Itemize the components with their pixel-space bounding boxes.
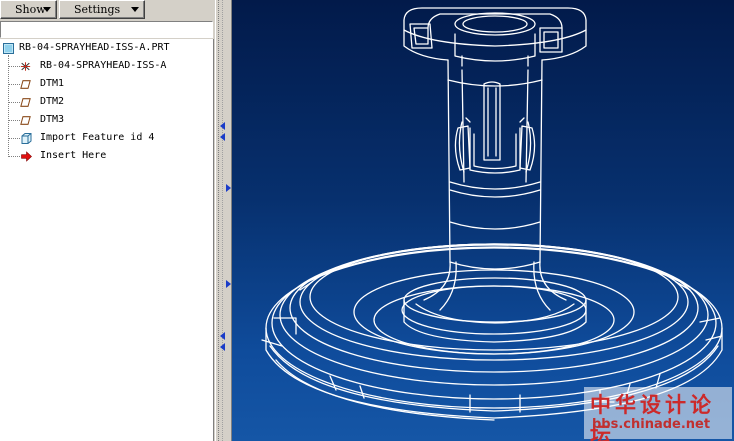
tree-item-label: Insert Here xyxy=(40,150,107,161)
tree-root-label: RB-04-SPRAYHEAD-ISS-A.PRT xyxy=(19,42,170,53)
settings-menu-label: Settings xyxy=(74,3,121,16)
tree-connector xyxy=(8,156,20,157)
3d-graphics-window[interactable]: 中华设计论坛 bbs.chinade.net xyxy=(232,0,734,441)
tree-item-dtm1[interactable]: DTM1 xyxy=(20,76,210,92)
collapse-left-arrow-icon[interactable] xyxy=(220,122,225,130)
tree-connector xyxy=(8,102,20,103)
tree-item-label: DTM1 xyxy=(40,78,65,89)
tree-item-import-feature[interactable]: Import Feature id 4 xyxy=(20,130,210,146)
tree-item-insert-here[interactable]: Insert Here xyxy=(20,148,210,164)
panel-splitter[interactable] xyxy=(215,0,232,441)
collapse-left-arrow-icon[interactable] xyxy=(220,133,225,141)
watermark-logo: 中华设计论坛 bbs.chinade.net xyxy=(584,387,732,441)
tree-connector xyxy=(8,55,9,157)
tree-item-label: Import Feature id 4 xyxy=(40,132,155,143)
datum-plane-icon xyxy=(20,98,31,107)
tree-filter-field[interactable] xyxy=(0,21,213,38)
tree-connector xyxy=(8,66,20,67)
coordinate-system-icon xyxy=(20,62,31,71)
expand-right-arrow-icon[interactable] xyxy=(226,280,231,288)
tree-connector xyxy=(8,138,20,139)
insert-here-arrow-icon xyxy=(21,151,32,162)
tree-connector xyxy=(8,84,20,85)
tree-item-label: DTM2 xyxy=(40,96,65,107)
collapse-left-arrow-icon[interactable] xyxy=(220,332,225,340)
datum-plane-icon xyxy=(20,80,31,89)
watermark-chinese-text: 中华设计论坛 xyxy=(590,392,715,441)
collapse-left-arrow-icon[interactable] xyxy=(220,343,225,351)
tree-item-dtm3[interactable]: DTM3 xyxy=(20,112,210,128)
watermark-url: bbs.chinade.net xyxy=(592,417,711,432)
tree-item-label: RB-04-SPRAYHEAD-ISS-A xyxy=(40,60,167,71)
splitter-grip xyxy=(218,0,223,441)
expand-right-arrow-icon[interactable] xyxy=(226,184,231,192)
tree-item-coordinate-system[interactable]: RB-04-SPRAYHEAD-ISS-A xyxy=(20,58,210,74)
sprayhead-wireframe-model xyxy=(261,7,723,421)
tree-item-label: DTM3 xyxy=(40,114,65,125)
show-menu-button[interactable]: Show xyxy=(0,0,57,19)
chevron-down-icon xyxy=(131,7,139,12)
model-tree-panel: Show Settings RB-04-SPRAYHEAD-ISS-A.PRT xyxy=(0,0,215,441)
part-icon xyxy=(3,43,14,54)
model-tree-toolbar: Show Settings xyxy=(0,0,215,20)
datum-plane-icon xyxy=(20,116,31,125)
model-tree[interactable]: RB-04-SPRAYHEAD-ISS-A.PRT RB-04-SPRAYHEA… xyxy=(0,39,214,441)
import-feature-icon xyxy=(21,133,32,144)
show-menu-label: Show xyxy=(15,3,46,16)
tree-item-dtm2[interactable]: DTM2 xyxy=(20,94,210,110)
settings-menu-button[interactable]: Settings xyxy=(59,0,145,19)
chevron-down-icon xyxy=(43,7,51,12)
tree-connector xyxy=(8,120,20,121)
tree-root-part[interactable]: RB-04-SPRAYHEAD-ISS-A.PRT xyxy=(2,40,212,56)
